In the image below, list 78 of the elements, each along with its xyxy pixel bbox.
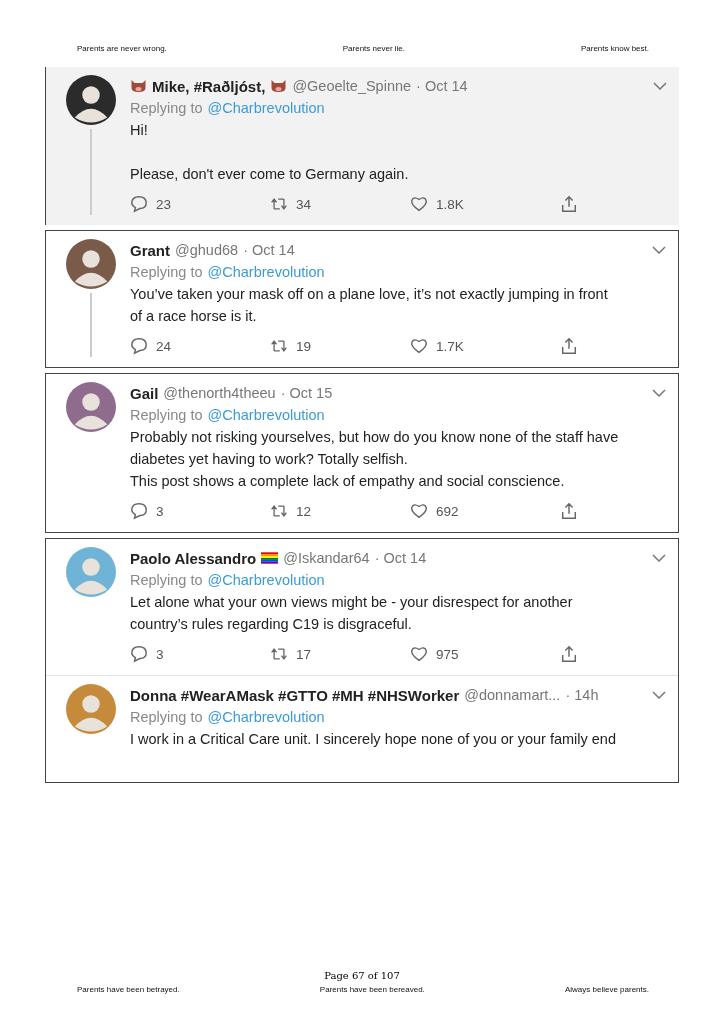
heart-icon[interactable] xyxy=(410,337,428,355)
reply-icon[interactable] xyxy=(130,645,148,663)
reply-icon[interactable] xyxy=(130,195,148,213)
chevron-down-icon[interactable] xyxy=(653,82,667,90)
replying-label: Replying to xyxy=(130,407,203,423)
replying-label: Replying to xyxy=(130,709,203,725)
retweet-count: 19 xyxy=(296,338,312,354)
retweet-icon[interactable] xyxy=(270,337,288,355)
avatar-icon[interactable] xyxy=(66,75,116,125)
header-text: Parents know best. xyxy=(580,44,649,53)
avatar-icon[interactable] xyxy=(66,239,116,289)
chevron-down-icon[interactable] xyxy=(652,554,666,562)
reply-count: 24 xyxy=(156,338,172,354)
reply-count: 3 xyxy=(156,503,164,519)
share-icon[interactable] xyxy=(560,195,578,213)
mention-link[interactable]: @Charbrevolution xyxy=(207,264,325,280)
mention-link[interactable]: @Charbrevolution xyxy=(207,572,325,588)
tweet-text: I work in a Critical Care unit. I sincerely hope none of you or your family end xyxy=(130,730,617,749)
boar-icon xyxy=(270,79,288,93)
tweet-text: You’ve taken your mask off on a plane love, it’s not exactly jumping in front xyxy=(130,285,609,304)
footer-text: Parents have been betrayed. xyxy=(77,985,180,994)
tweet-time: · Oct 14 xyxy=(243,242,295,258)
user-handle[interactable]: @thenorth4theeu xyxy=(163,385,276,401)
retweet-count: 17 xyxy=(296,646,312,662)
tweet-text: diabetes yet having to work? Totally selfish. xyxy=(130,450,409,469)
user-name[interactable]: Grant xyxy=(130,241,170,259)
user-handle[interactable]: @ghud68 xyxy=(175,242,239,258)
replying-label: Replying to xyxy=(130,264,203,280)
like-count: 1.7K xyxy=(436,338,464,354)
tweet-time: · Oct 14 xyxy=(374,550,427,566)
user-name[interactable]: Paolo Alessandro xyxy=(130,549,257,567)
retweet-icon[interactable] xyxy=(270,195,288,213)
mention-link[interactable]: @Charbrevolution xyxy=(207,100,325,116)
retweet-count: 34 xyxy=(296,196,312,212)
reply-icon[interactable] xyxy=(130,502,148,520)
tweet-text: country’s rules regarding C19 is disgraceful. xyxy=(130,615,413,634)
header-text: Parents are never wrong. xyxy=(77,44,167,53)
mention-link[interactable]: @Charbrevolution xyxy=(207,709,325,725)
tweet-text: Please, don't ever come to Germany again. xyxy=(130,165,410,184)
user-name[interactable]: Gail xyxy=(130,384,159,402)
reply-icon[interactable] xyxy=(130,337,148,355)
page-number: Page 67 of 107 xyxy=(323,970,401,981)
share-icon[interactable] xyxy=(560,502,578,520)
replying-label: Replying to xyxy=(130,100,203,116)
reply-count: 3 xyxy=(156,646,164,662)
reply-count: 23 xyxy=(156,196,172,212)
user-handle[interactable]: @Geoelte_Spinne xyxy=(292,78,412,94)
footer-text: Parents have been bereaved. xyxy=(319,985,425,994)
share-icon[interactable] xyxy=(560,337,578,355)
tweet-time: · 14h xyxy=(565,687,599,703)
retweet-icon[interactable] xyxy=(270,645,288,663)
like-count: 1.8K xyxy=(436,196,464,212)
tweet-text: This post shows a complete lack of empathy and social conscience. xyxy=(130,472,566,491)
header-text: Parents never lie. xyxy=(342,44,405,53)
user-handle[interactable]: @donnamart... xyxy=(464,687,561,703)
chevron-down-icon[interactable] xyxy=(652,246,666,254)
tweet-time: · Oct 14 xyxy=(416,78,468,94)
share-icon[interactable] xyxy=(560,645,578,663)
chevron-down-icon[interactable] xyxy=(652,691,666,699)
user-name[interactable]: Mike, #Raðljóst, xyxy=(152,77,266,95)
heart-icon[interactable] xyxy=(410,645,428,663)
mention-link[interactable]: @Charbrevolution xyxy=(207,407,325,423)
heart-icon[interactable] xyxy=(410,502,428,520)
tweet-text: Probably not risking yourselves, but how do you know none of the staff have xyxy=(130,428,620,447)
tweet-time: · Oct 15 xyxy=(280,385,333,401)
tweet-text: Hi! xyxy=(130,121,149,140)
tweet-text: of a race horse is it. xyxy=(130,307,258,326)
user-handle[interactable]: @Iskandar64 xyxy=(283,550,370,566)
user-name[interactable]: Donna #WearAMask #GTTO #MH #NHSWorker xyxy=(130,686,460,704)
like-count: 692 xyxy=(436,503,459,519)
footer-text: Always believe parents. xyxy=(564,985,649,994)
retweet-count: 12 xyxy=(296,503,312,519)
retweet-icon[interactable] xyxy=(270,502,288,520)
heart-icon[interactable] xyxy=(410,195,428,213)
tweet-text: Let alone what your own views might be - your disrespect for another xyxy=(130,593,574,612)
chevron-down-icon[interactable] xyxy=(652,389,666,397)
like-count: 975 xyxy=(436,646,459,662)
replying-label: Replying to xyxy=(130,572,203,588)
